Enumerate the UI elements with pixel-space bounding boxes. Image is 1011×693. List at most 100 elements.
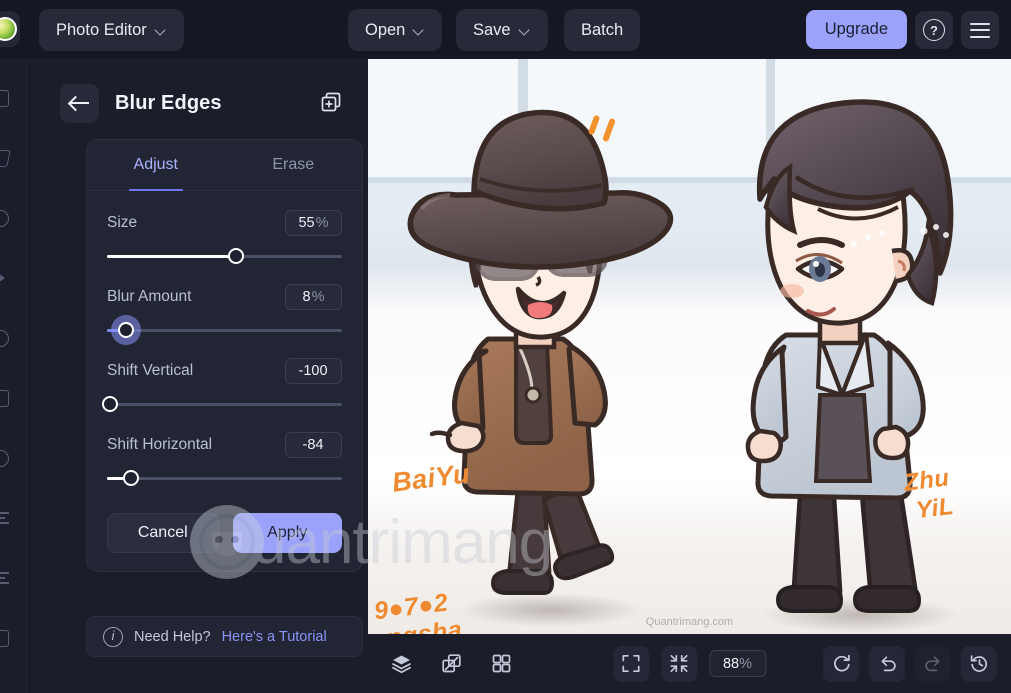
arrow-left-icon (70, 102, 89, 104)
top-toolbar: Photo Editor Open Save Batch Upgrade ? (0, 0, 1011, 59)
control-size-unit: % (315, 215, 329, 231)
cancel-button[interactable]: Cancel (107, 513, 219, 553)
brush-icon (0, 271, 5, 285)
shrink-to-fit-button[interactable] (661, 645, 697, 682)
upgrade-label: Upgrade (824, 20, 888, 38)
rail-item-frame[interactable] (0, 381, 17, 415)
control-shift-vertical: Shift Vertical -100 (87, 358, 362, 413)
rail-item-blur[interactable] (0, 321, 17, 355)
layers-icon (391, 655, 411, 674)
control-shift-horizontal-row: Shift Horizontal -84 (107, 432, 342, 458)
slider-fill (107, 255, 237, 258)
grid-view-button[interactable] (483, 646, 519, 682)
adjust-icon (0, 569, 9, 587)
control-shift-horizontal-value[interactable]: -84 (285, 432, 342, 458)
control-blur-amount-row: Blur Amount 8% (107, 284, 342, 310)
slider-track (107, 329, 342, 332)
slider-knob[interactable] (228, 248, 245, 264)
help-button[interactable]: ? (915, 11, 953, 49)
app-name-dropdown[interactable]: Photo Editor (39, 9, 184, 51)
cancel-label: Cancel (137, 524, 188, 541)
hamburger-menu-icon (970, 22, 990, 38)
control-shift-horizontal-number: -84 (302, 437, 324, 453)
open-button[interactable]: Open (348, 9, 443, 51)
apply-button[interactable]: Apply (232, 513, 342, 553)
redo-button[interactable] (915, 645, 951, 682)
magic-wand-icon (0, 149, 11, 167)
bottom-left-group (383, 646, 519, 682)
rail-item-sticker[interactable] (0, 441, 17, 475)
need-help-bar[interactable]: i Need Help? Here's a Tutorial (86, 616, 363, 657)
control-blur-amount-number: 8 (302, 289, 311, 305)
undo-button[interactable] (869, 645, 905, 682)
add-to-collection-icon (321, 92, 341, 112)
image-canvas[interactable]: BaiYu 9●7●2 angsha Zhu YiL Quantrimang.c… (368, 59, 1011, 634)
compare-split-icon (441, 654, 461, 673)
sparkle-marks (587, 111, 627, 145)
control-shift-horizontal-slider[interactable] (107, 469, 342, 487)
open-label: Open (365, 20, 406, 39)
control-blur-amount: Blur Amount 8% (87, 284, 362, 339)
chevron-down-icon (156, 25, 167, 36)
control-size-row: Size 55% (107, 210, 342, 236)
question-mark-icon: ? (923, 19, 945, 41)
zoom-level-badge[interactable]: 88% (709, 650, 766, 677)
history-button[interactable] (961, 645, 997, 682)
save-label: Save (473, 20, 511, 39)
control-size-slider[interactable] (107, 247, 342, 265)
history-icon (970, 655, 987, 672)
upgrade-button[interactable]: Upgrade (805, 10, 907, 49)
control-blur-amount-unit: % (311, 289, 325, 305)
panel-card: Adjust Erase Size 55% Blur Amount 8 % Sh… (86, 139, 363, 572)
control-shift-vertical-row: Shift Vertical -100 (107, 358, 342, 384)
rail-item-effects[interactable] (0, 621, 17, 655)
control-blur-amount-slider[interactable] (107, 321, 342, 339)
tab-adjust-label: Adjust (133, 156, 178, 173)
slider-knob[interactable] (117, 322, 134, 338)
control-size-label: Size (107, 214, 138, 231)
rail-item-text[interactable] (0, 501, 17, 535)
control-blur-amount-value[interactable]: 8% (285, 284, 342, 310)
bottom-toolbar: 88% (368, 634, 1011, 693)
reset-button[interactable] (823, 645, 859, 682)
grid-view-icon (492, 654, 510, 673)
rail-item-shape[interactable] (0, 201, 17, 235)
tutorial-link[interactable]: Here's a Tutorial (222, 629, 327, 645)
rail-item-adjust[interactable] (0, 561, 17, 595)
app-name-label: Photo Editor (56, 20, 147, 39)
save-button[interactable]: Save (456, 9, 548, 51)
character-left (407, 109, 674, 595)
apply-label: Apply (267, 524, 308, 541)
zoom-level-unit: % (739, 655, 753, 672)
text-icon (0, 509, 9, 527)
photo-editor-app: Photo Editor Open Save Batch Upgrade ? B… (0, 0, 1011, 693)
page-title: Blur Edges (115, 91, 222, 114)
control-shift-horizontal: Shift Horizontal -84 (87, 432, 362, 487)
rail-item-wand[interactable] (0, 141, 17, 175)
fit-to-screen-button[interactable] (613, 645, 649, 682)
need-help-prompt: Need Help? (134, 628, 211, 645)
add-to-collection-button[interactable] (314, 85, 348, 119)
slider-knob[interactable] (122, 470, 139, 486)
chevron-down-icon (414, 25, 425, 36)
control-size-value[interactable]: 55% (285, 210, 342, 236)
panel-tabs: Adjust Erase (87, 140, 362, 191)
tab-adjust[interactable]: Adjust (87, 140, 225, 190)
rail-item-crop[interactable] (0, 81, 17, 115)
menu-button[interactable] (961, 11, 999, 49)
panel-header: Blur Edges (27, 79, 368, 127)
control-size: Size 55% (87, 210, 362, 265)
control-shift-vertical-value[interactable]: -100 (285, 358, 342, 384)
tab-erase[interactable]: Erase (225, 140, 363, 190)
slider-knob[interactable] (102, 396, 118, 412)
control-shift-vertical-slider[interactable] (102, 395, 342, 413)
layers-button[interactable] (383, 646, 419, 682)
app-logo-icon[interactable] (0, 11, 20, 47)
bottom-mid-group: 88% (613, 645, 766, 682)
fit-to-screen-icon (622, 654, 640, 673)
rail-item-brush[interactable] (0, 261, 17, 295)
bucket-hat (407, 109, 674, 270)
batch-button[interactable]: Batch (564, 9, 641, 51)
back-button[interactable] (60, 83, 99, 123)
compare-split-button[interactable] (433, 646, 469, 682)
